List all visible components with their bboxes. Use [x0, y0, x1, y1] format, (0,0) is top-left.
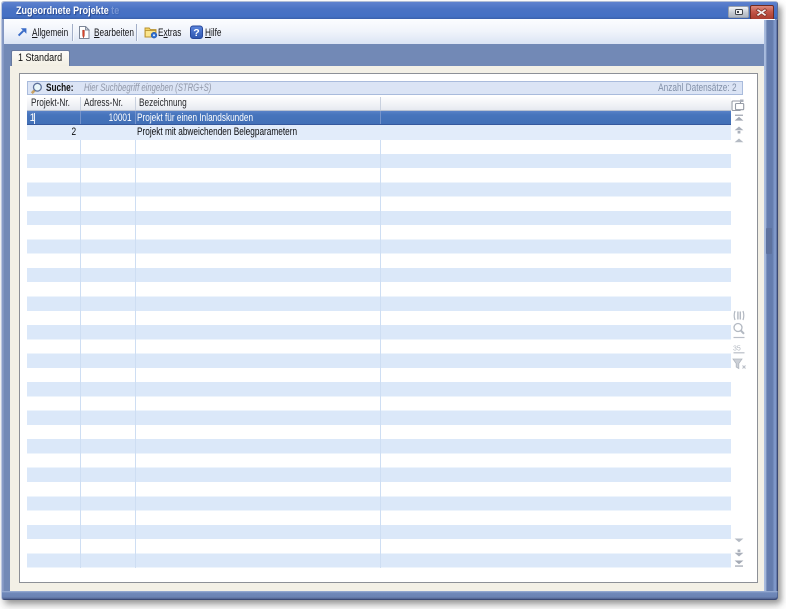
svg-text:35: 35	[733, 346, 741, 353]
svg-text:?: ?	[193, 27, 199, 39]
